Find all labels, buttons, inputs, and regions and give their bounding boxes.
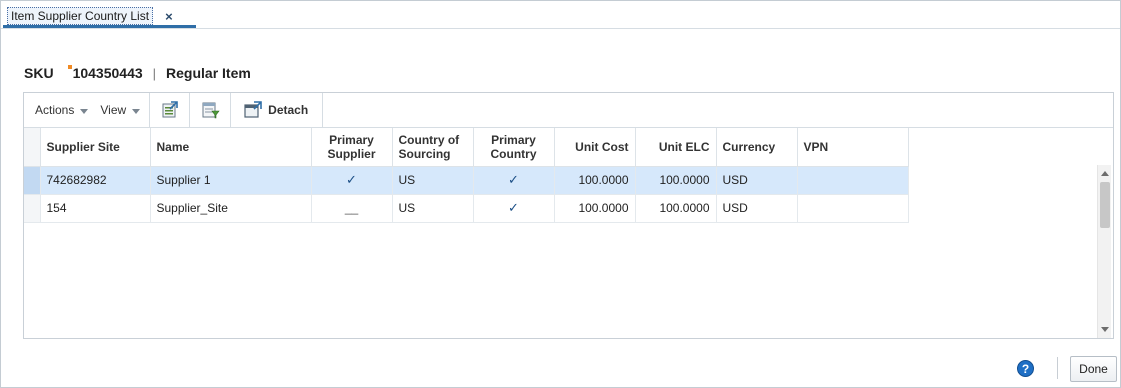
vertical-scrollbar[interactable]	[1097, 165, 1111, 338]
cell-name[interactable]: Supplier 1	[150, 166, 312, 195]
close-icon[interactable]: ×	[165, 10, 173, 23]
cell-currency[interactable]: USD	[716, 166, 798, 195]
cell-primary-supplier[interactable]: __	[311, 194, 393, 223]
cell-primary-country[interactable]: ✓	[473, 166, 555, 195]
cell-unit-cost[interactable]: 100.0000	[554, 166, 636, 195]
detach-label: Detach	[268, 103, 309, 117]
cell-primary-country[interactable]: ✓	[473, 194, 555, 223]
toolbar-divider	[189, 92, 191, 128]
footer-divider	[1057, 357, 1058, 379]
title-separator: |	[152, 65, 157, 81]
cell-country-of-sourcing[interactable]: US	[392, 166, 474, 195]
cell-unit-elc[interactable]: 100.0000	[635, 194, 717, 223]
column-header-supplier-site[interactable]: Supplier Site	[40, 128, 151, 167]
column-header-primary-supplier[interactable]: Primary Supplier	[311, 128, 393, 167]
row-selector[interactable]	[24, 166, 41, 195]
scroll-up-icon[interactable]	[1101, 171, 1109, 176]
page-title: SKU 104350443 | Regular Item	[24, 63, 251, 83]
chevron-down-icon	[132, 108, 141, 114]
sku-value: 104350443	[72, 65, 143, 81]
sku-label: SKU	[24, 65, 54, 81]
cell-supplier-site[interactable]: 154	[40, 194, 151, 223]
help-icon[interactable]: ?	[1017, 360, 1034, 377]
changed-indicator	[67, 65, 72, 69]
actions-menu[interactable]: Actions	[35, 103, 89, 117]
cell-vpn[interactable]	[797, 194, 909, 223]
table-header-row: Supplier Site Name Primary Supplier Coun…	[24, 128, 909, 167]
scroll-thumb[interactable]	[1100, 182, 1110, 228]
actions-menu-label: Actions	[35, 103, 75, 117]
column-header-unit-cost[interactable]: Unit Cost	[554, 128, 636, 167]
cell-supplier-site[interactable]: 742682982	[40, 166, 151, 195]
table-row[interactable]: 742682982 Supplier 1 ✓ US ✓ 100.0000 100…	[24, 166, 909, 195]
cell-currency[interactable]: USD	[716, 194, 798, 223]
export-to-excel-icon[interactable]	[160, 100, 180, 120]
table-toolbar: Actions View Detach	[24, 92, 1113, 128]
view-menu[interactable]: View	[100, 103, 141, 117]
cell-country-of-sourcing[interactable]: US	[392, 194, 474, 223]
cell-unit-cost[interactable]: 100.0000	[554, 194, 636, 223]
column-header-currency[interactable]: Currency	[716, 128, 798, 167]
cell-unit-elc[interactable]: 100.0000	[635, 166, 717, 195]
toolbar-divider	[230, 92, 232, 128]
view-menu-label: View	[100, 103, 127, 117]
tab-label[interactable]: Item Supplier Country List	[7, 7, 154, 25]
toolbar-divider	[149, 92, 151, 128]
dialog-window: Item Supplier Country List × SKU 1043504…	[0, 0, 1121, 388]
row-selector[interactable]	[24, 194, 41, 223]
row-header-corner	[24, 128, 41, 167]
cell-name[interactable]: Supplier_Site	[150, 194, 312, 223]
column-header-primary-country[interactable]: Primary Country	[473, 128, 555, 167]
column-header-unit-elc[interactable]: Unit ELC	[635, 128, 717, 167]
detach-button[interactable]: Detach	[243, 100, 308, 120]
detach-icon	[243, 100, 263, 120]
scroll-down-icon[interactable]	[1101, 327, 1109, 332]
done-button[interactable]: Done	[1070, 356, 1117, 382]
active-tab-indicator	[3, 25, 196, 28]
table-row[interactable]: 154 Supplier_Site __ US ✓ 100.0000 100.0…	[24, 194, 909, 223]
tab-bar: Item Supplier Country List ×	[1, 1, 1120, 29]
cell-primary-supplier[interactable]: ✓	[311, 166, 393, 195]
query-by-example-icon[interactable]	[201, 100, 221, 120]
column-header-country-of-sourcing[interactable]: Country of Sourcing	[392, 128, 474, 167]
column-header-name[interactable]: Name	[150, 128, 312, 167]
item-type: Regular Item	[166, 65, 251, 81]
chevron-down-icon	[80, 108, 89, 114]
cell-vpn[interactable]	[797, 166, 909, 195]
toolbar-divider	[322, 92, 324, 128]
supplier-country-panel: Actions View Detach Supplier Site Name P…	[23, 92, 1114, 339]
column-header-vpn[interactable]: VPN	[797, 128, 909, 167]
